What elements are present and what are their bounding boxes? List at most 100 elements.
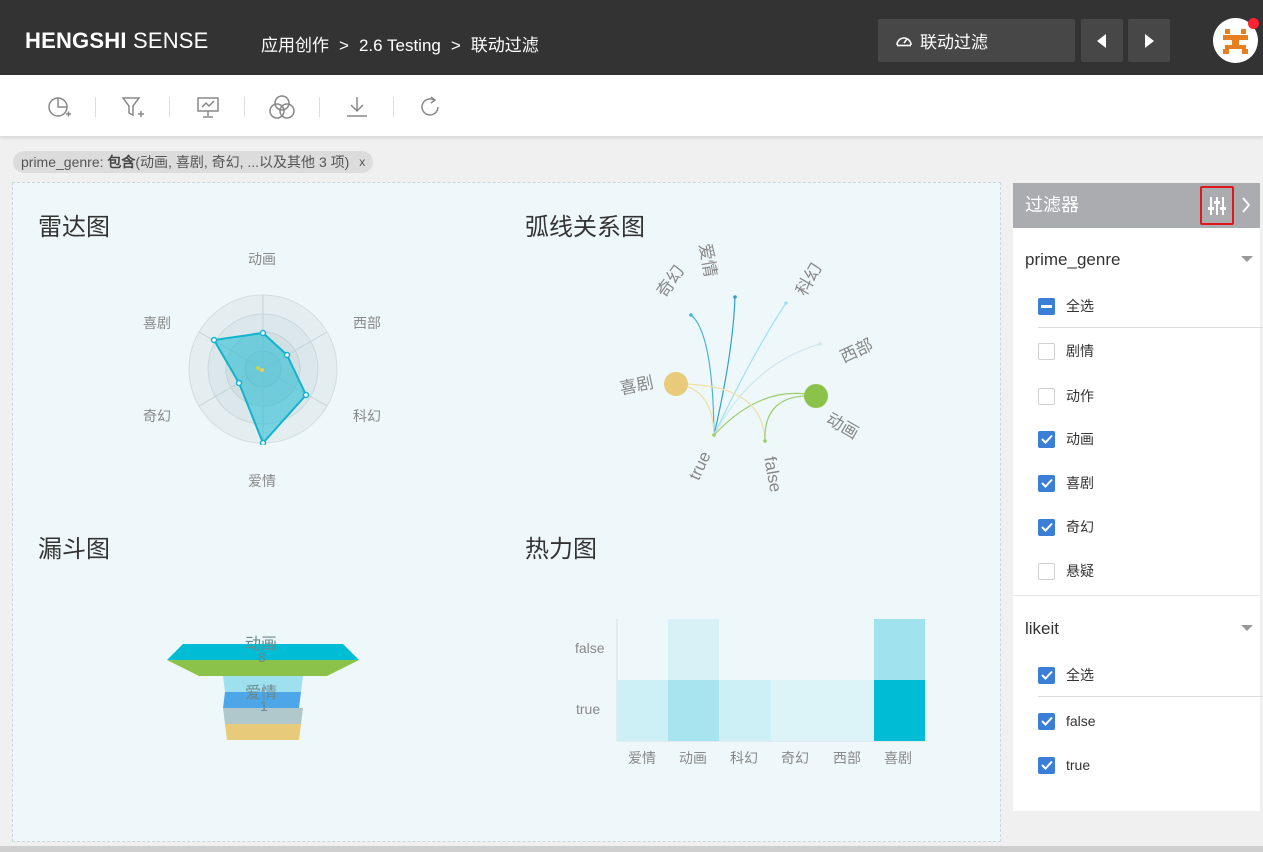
breadcrumb-sep: > (450, 36, 461, 55)
divider (1038, 696, 1263, 697)
breadcrumb-current: 联动过滤 (470, 36, 539, 55)
checkbox-icon (1038, 342, 1055, 360)
arc-node[interactable] (689, 313, 693, 317)
heatmap-y-label: false (575, 640, 605, 656)
filter-panel: 过滤器 prime_genre 全选 剧情 动作 动画 喜剧 奇幻 悬疑 lik… (1013, 183, 1263, 811)
funnel-segment[interactable] (225, 724, 301, 740)
arc-links (675, 296, 821, 442)
download-button[interactable] (343, 93, 371, 121)
next-button[interactable] (1128, 19, 1170, 62)
heatmap-cell[interactable] (618, 680, 668, 741)
combine-icon (269, 95, 295, 119)
top-bar: HENGSHI SENSE 应用创作 >2.6 Testing > 联动过滤 联动过滤 (0, 0, 1263, 75)
breadcrumb-app[interactable]: 应用创作 (261, 31, 329, 56)
funnel-chart-title: 漏斗图 (38, 536, 110, 563)
chevron-down-icon[interactable] (1241, 256, 1253, 262)
checkbox-label: 动作 (1066, 388, 1094, 404)
checkmark-icon (1038, 756, 1055, 774)
checkbox-label: true (1066, 757, 1091, 773)
filter-panel-title: 过滤器 (1025, 195, 1079, 215)
filter-chip-close-button[interactable]: x (359, 155, 365, 169)
option-checkbox[interactable]: 奇幻 (1038, 517, 1094, 537)
option-checkbox[interactable]: 动作 (1038, 386, 1094, 406)
checkbox-label: 剧情 (1066, 343, 1094, 359)
checkmark-icon (1038, 712, 1055, 730)
arc-node[interactable] (733, 295, 737, 299)
heatmap-cell[interactable] (874, 680, 925, 741)
radar-axis-label: 科幻 (353, 408, 381, 424)
horizontal-scrollbar[interactable] (0, 846, 1263, 852)
heatmap-x-label: 爱情 (628, 750, 656, 766)
toolbar-divider (393, 97, 394, 117)
checkmark-icon (1038, 474, 1055, 492)
radar-chart[interactable] (187, 293, 339, 445)
dashboard-selector[interactable]: 联动过滤 (878, 19, 1075, 62)
dashboard-gauge-icon (896, 36, 912, 46)
option-checkbox[interactable]: 剧情 (1038, 341, 1094, 361)
prev-button[interactable] (1081, 19, 1123, 62)
heatmap-cell[interactable] (719, 680, 771, 741)
user-avatar[interactable] (1213, 18, 1259, 63)
triangle-left-icon (1097, 33, 1106, 48)
presentation-button[interactable] (194, 93, 222, 121)
select-all-checkbox[interactable]: 全选 (1038, 665, 1094, 685)
heatmap-cell[interactable] (668, 619, 719, 680)
refresh-button[interactable] (416, 93, 444, 121)
arc-node[interactable] (804, 384, 828, 408)
filter-chip-op: 包含 (107, 154, 136, 170)
select-all-checkbox[interactable]: 全选 (1038, 296, 1094, 316)
heatmap-cell[interactable] (822, 680, 874, 741)
collapse-panel-icon[interactable] (1241, 197, 1251, 213)
option-checkbox[interactable]: 动画 (1038, 429, 1094, 449)
radar-point-extra (256, 366, 260, 370)
arc-node[interactable] (784, 301, 788, 305)
presentation-icon (197, 97, 219, 118)
toolbar-divider (169, 97, 170, 117)
heatmap-x-label: 奇幻 (781, 750, 809, 766)
breadcrumb: 应用创作 >2.6 Testing > 联动过滤 (261, 31, 539, 56)
funnel-value: 1 (260, 698, 268, 714)
dashboard-canvas: 雷达图 动画 西部 科幻 爱情 奇幻 喜剧 弧线关系图 奇幻 爱情 科幻 西部 … (12, 182, 1001, 842)
add-filter-icon (121, 97, 144, 117)
arc-node[interactable] (818, 342, 822, 346)
arc-node[interactable] (664, 372, 688, 396)
radar-axis-label: 西部 (353, 315, 381, 331)
breadcrumb-testing[interactable]: 2.6 Testing (359, 36, 441, 56)
radar-chart-title: 雷达图 (38, 214, 110, 241)
arc-node[interactable] (763, 439, 767, 443)
add-chart-icon (48, 97, 71, 117)
radar-axis-label: 喜剧 (143, 315, 171, 331)
funnel-value: 8 (258, 649, 266, 665)
filter-group-title: prime_genre (1025, 250, 1121, 269)
combine-button[interactable] (268, 93, 296, 121)
brand-rest: SENSE (132, 28, 209, 53)
heatmap-chart-title: 热力图 (525, 536, 597, 563)
arc-chart-title: 弧线关系图 (525, 214, 645, 241)
notification-dot (1248, 18, 1259, 29)
checkmark-icon (1038, 666, 1055, 684)
active-filter-chip[interactable]: prime_genre: 包含 (动画, 喜剧, 奇幻, ...以及其他 3 项)… (13, 151, 374, 173)
add-filter-button[interactable] (119, 93, 147, 121)
radar-point-extra (260, 368, 264, 372)
option-checkbox[interactable]: 喜剧 (1038, 473, 1094, 493)
heatmap-cell[interactable] (668, 680, 719, 741)
breadcrumb-sep: > (339, 36, 349, 55)
checkbox-label: 悬疑 (1066, 563, 1094, 579)
heatmap-cell[interactable] (771, 680, 822, 741)
checkmark-icon (1038, 518, 1055, 536)
radar-axis-label: 奇幻 (143, 408, 171, 424)
heatmap-x-label: 科幻 (730, 750, 758, 766)
option-checkbox[interactable]: false (1038, 711, 1096, 731)
download-icon (347, 97, 367, 117)
chevron-down-icon[interactable] (1241, 625, 1253, 631)
triangle-right-icon (1145, 33, 1154, 48)
checkmark-icon (1038, 430, 1055, 448)
heatmap-cell[interactable] (874, 619, 925, 680)
heatmap-chart[interactable] (613, 617, 929, 743)
filter-group-title: likeit (1025, 619, 1060, 638)
option-checkbox[interactable]: 悬疑 (1038, 561, 1094, 581)
arc-node[interactable] (712, 433, 716, 437)
option-checkbox[interactable]: true (1038, 755, 1090, 775)
add-chart-button[interactable] (45, 93, 73, 121)
brand-logo[interactable]: HENGSHI SENSE (25, 28, 209, 54)
